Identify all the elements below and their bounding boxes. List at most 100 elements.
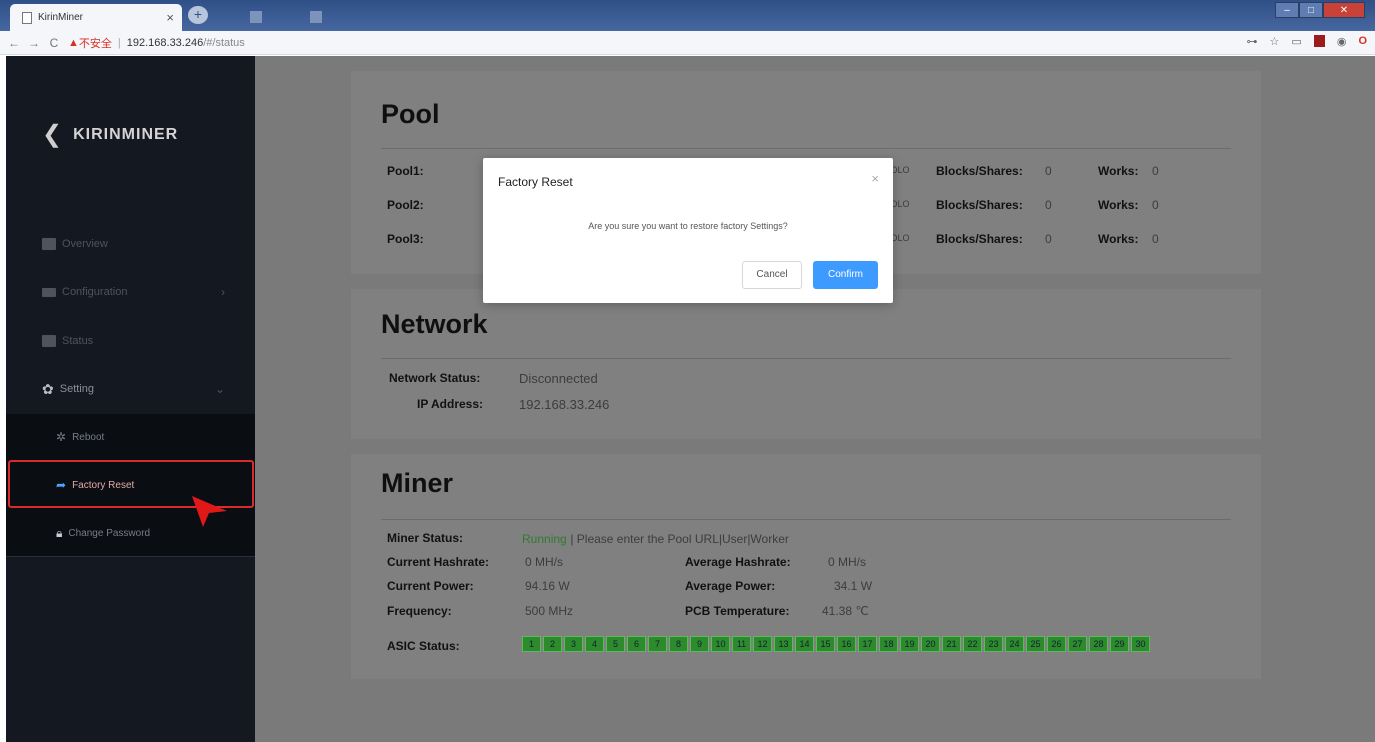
red-arrow-pointer-icon (192, 496, 227, 527)
pool3-partial: DLO (891, 233, 910, 243)
dialog-close-icon[interactable]: × (871, 171, 879, 186)
gear-icon: ✿ (42, 380, 54, 397)
pcb-temperature-label: PCB Temperature: (685, 604, 790, 618)
url-host[interactable]: 192.168.33.246 (127, 37, 203, 49)
asic-chip: 15 (816, 636, 835, 652)
url-path[interactable]: /#/status (203, 37, 245, 49)
asic-chip: 26 (1047, 636, 1066, 652)
asic-chip: 6 (627, 636, 646, 652)
miner-title: Miner (381, 468, 454, 498)
sidebar-item-configuration[interactable]: Configuration › (6, 268, 255, 316)
asic-chip: 20 (921, 636, 940, 652)
pool-title: Pool (381, 99, 440, 129)
asic-chip: 2 (543, 636, 562, 652)
average-hashrate-value: 0 MH/s (828, 555, 867, 569)
asic-chip: 21 (942, 636, 961, 652)
sidebar-item-overview[interactable]: Overview (6, 220, 255, 268)
list-icon (42, 287, 56, 297)
address-bar: ← → C ▲ 不安全 | 192.168.33.246 /#/status ⊶… (0, 31, 1375, 55)
lock-icon: 🔒︎ (56, 525, 63, 540)
asic-chip: 3 (564, 636, 583, 652)
asic-chip: 27 (1068, 636, 1087, 652)
submenu-item-label: Change Password (68, 527, 151, 539)
factory-reset-dialog: Factory Reset × Are you sure you want to… (483, 158, 893, 303)
ip-address-value: 192.168.33.246 (519, 397, 610, 412)
chevron-right-icon: › (221, 285, 225, 299)
miner-status: Running | Please enter the Pool URL|User… (522, 531, 789, 546)
dialog-title: Factory Reset (498, 175, 573, 189)
logo: ❮ KIRINMINER (42, 120, 178, 149)
spinner-icon: ✲ (56, 430, 67, 444)
asic-chip: 22 (963, 636, 982, 652)
divider (381, 358, 1231, 359)
asic-chip: 13 (774, 636, 793, 652)
window-deco-icon (250, 11, 262, 23)
current-power-label: Current Power: (387, 579, 474, 593)
asic-chip: 18 (879, 636, 898, 652)
asic-chip: 28 (1089, 636, 1108, 652)
confirm-button[interactable]: Confirm (813, 261, 878, 289)
bars-icon (42, 335, 56, 347)
divider (381, 148, 1231, 149)
pool1-works-value: 0 (1152, 164, 1159, 178)
cast-icon[interactable]: ▭ (1291, 35, 1301, 48)
asic-chip: 17 (858, 636, 877, 652)
sidebar-item-status[interactable]: Status (6, 317, 255, 365)
star-icon[interactable]: ☆ (1270, 35, 1280, 48)
window-deco-icon (310, 11, 322, 23)
average-power-value: 34.1 W (834, 579, 873, 593)
frequency-label: Frequency: (387, 604, 452, 618)
frequency-value: 500 MHz (525, 604, 574, 618)
security-label[interactable]: 不安全 (79, 35, 112, 51)
asic-chip: 23 (984, 636, 1003, 652)
miner-status-label: Miner Status: (387, 531, 464, 545)
asic-chip: 24 (1005, 636, 1024, 652)
back-icon[interactable]: ← (4, 36, 24, 50)
pool3-works-value: 0 (1152, 232, 1159, 246)
pool1-partial: DLO (891, 165, 910, 175)
browser-toolbar: ⊶ ☆ ▭ ◉ O (1247, 35, 1367, 48)
pool2-label: Pool2: (387, 198, 424, 212)
window-close-button[interactable]: ✕ (1323, 2, 1365, 18)
new-tab-button[interactable]: + (188, 6, 208, 24)
pool3-works-label: Works: (1098, 232, 1139, 246)
pool3-blocks-value: 0 (1045, 232, 1052, 246)
asic-chip: 19 (900, 636, 919, 652)
asic-chip: 10 (711, 636, 730, 652)
maximize-button[interactable]: □ (1299, 2, 1323, 18)
network-status-label: Network Status: (389, 371, 481, 385)
asic-chip: 29 (1110, 636, 1129, 652)
document-icon (42, 238, 56, 250)
reload-icon[interactable]: C (44, 36, 64, 50)
asic-chip: 16 (837, 636, 856, 652)
cancel-button[interactable]: Cancel (742, 261, 802, 289)
pool1-blocks-label: Blocks/Shares: (936, 164, 1023, 178)
average-power-label: Average Power: (685, 579, 776, 593)
key-icon[interactable]: ⊶ (1247, 35, 1258, 48)
account-icon[interactable]: ◉ (1337, 35, 1347, 48)
app: ❮ KIRINMINER Overview Configuration › St… (6, 56, 1375, 742)
opera-icon[interactable]: O (1358, 35, 1367, 48)
pool2-blocks-label: Blocks/Shares: (936, 198, 1023, 212)
asic-chip: 25 (1026, 636, 1045, 652)
browser-tab[interactable]: KirinMiner × (10, 4, 182, 31)
logo-text: KIRINMINER (73, 125, 179, 143)
url-separator: | (117, 36, 121, 49)
close-tab-icon[interactable]: × (166, 10, 174, 25)
sidebar-item-setting[interactable]: ✿ Setting ⌄ (6, 365, 255, 413)
forward-icon[interactable]: → (24, 36, 44, 50)
minimize-button[interactable]: – (1275, 2, 1299, 18)
miner-status-message: | Please enter the Pool URL|User|Worker (570, 532, 789, 546)
miner-running: Running (522, 532, 567, 546)
sidebar-item-label: Status (62, 335, 94, 347)
ip-address-label: IP Address: (417, 397, 484, 411)
pool1-blocks-value: 0 (1045, 164, 1052, 178)
network-status-value: Disconnected (519, 371, 598, 386)
pool2-works-label: Works: (1098, 198, 1139, 212)
pdf-extension-icon[interactable] (1313, 35, 1325, 47)
asic-chip: 4 (585, 636, 604, 652)
miner-card: Miner Miner Status: Running | Please ent… (351, 454, 1261, 679)
asic-chip: 8 (669, 636, 688, 652)
sidebar-item-label: Configuration (62, 286, 128, 298)
submenu-item-reboot[interactable]: ✲ Reboot (6, 414, 255, 460)
